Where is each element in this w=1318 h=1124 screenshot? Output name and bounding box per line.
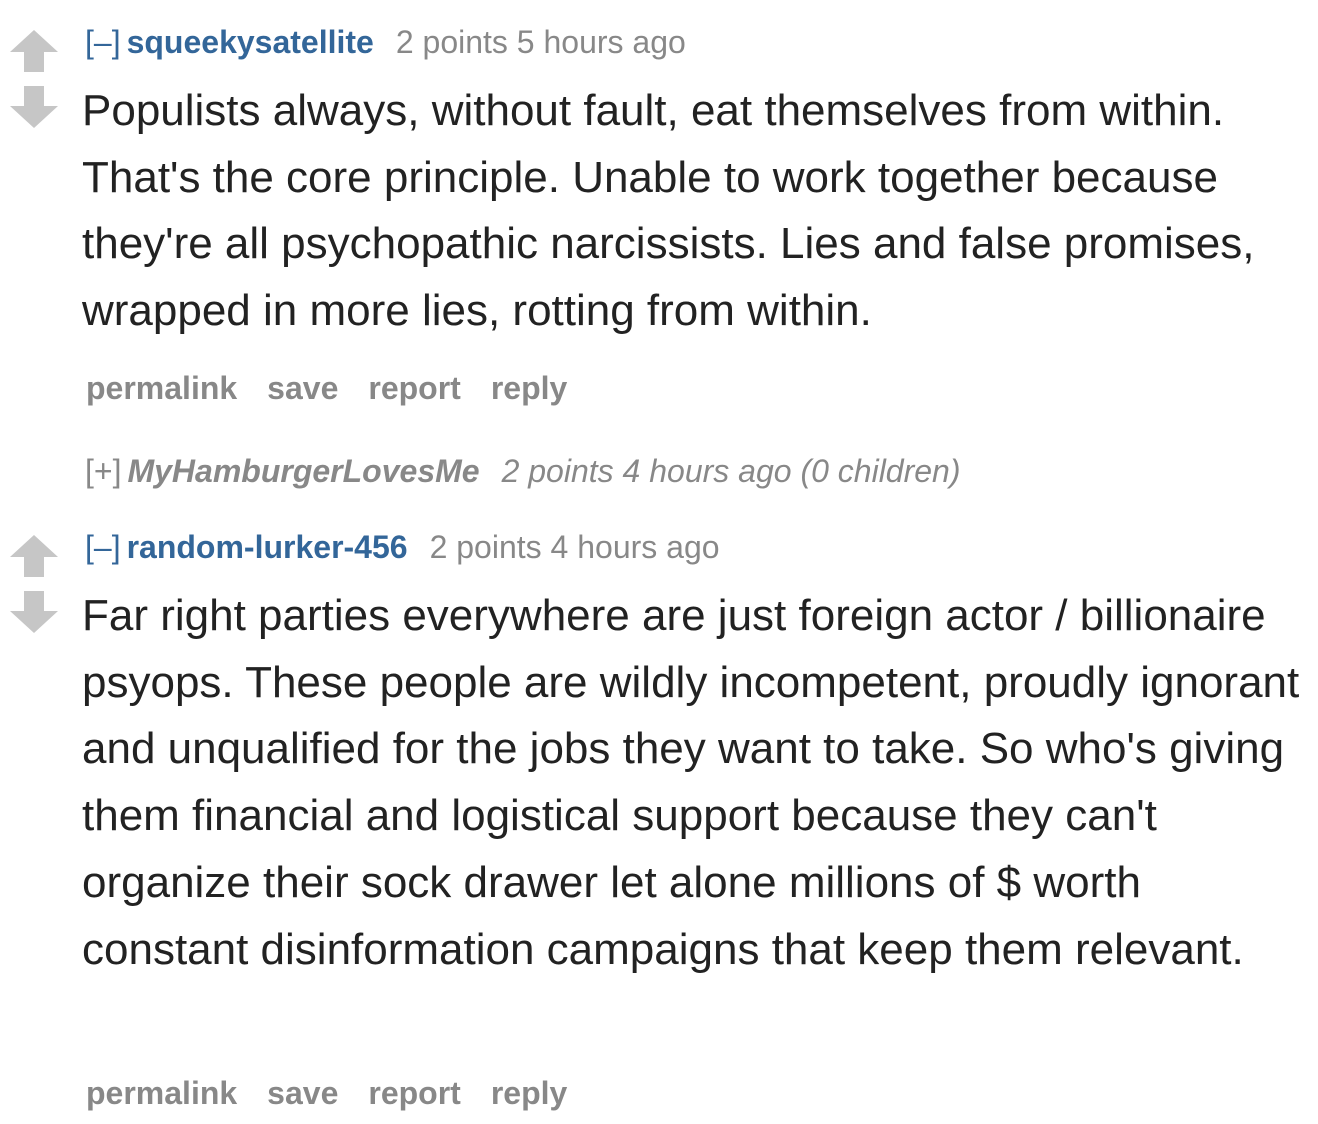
- collapsed-comment-myhamburgerlovesme: [+] MyHamburgerLovesMe 2 points 4 hours ag…: [85, 451, 961, 491]
- comment-text: Populists always, without fault, eat the…: [82, 86, 1255, 336]
- downvote-arrow-icon[interactable]: [8, 84, 60, 128]
- comment-actions: permalink save report reply: [86, 368, 597, 408]
- comment-score: 2 points: [501, 453, 614, 489]
- upvote-arrow-icon[interactable]: [8, 533, 60, 577]
- comment-time: 4 hours ago: [550, 529, 720, 565]
- comment-body: Far right parties everywhere are just fo…: [82, 583, 1307, 983]
- comment-text: Far right parties everywhere are just fo…: [82, 591, 1300, 974]
- report-button[interactable]: report: [368, 370, 460, 406]
- save-button[interactable]: save: [267, 370, 338, 406]
- permalink-button[interactable]: permalink: [86, 370, 237, 406]
- expand-toggle[interactable]: [+]: [85, 453, 121, 489]
- comment-body: Populists always, without fault, eat the…: [82, 78, 1307, 345]
- comment-actions: permalink save report reply: [86, 1073, 597, 1113]
- comment-score: 2 points: [429, 529, 542, 565]
- report-button[interactable]: report: [368, 1075, 460, 1111]
- permalink-button[interactable]: permalink: [86, 1075, 237, 1111]
- author-link[interactable]: random-lurker-456: [127, 529, 408, 565]
- save-button[interactable]: save: [267, 1075, 338, 1111]
- children-count: (0 children): [800, 453, 961, 489]
- collapse-toggle[interactable]: [–]: [85, 24, 121, 60]
- comment-tagline: [–] squeekysatellite 2 points 5 hours ago: [85, 22, 686, 62]
- downvote-arrow-icon[interactable]: [8, 589, 60, 633]
- reply-button[interactable]: reply: [491, 1075, 567, 1111]
- comment-time: 4 hours ago: [622, 453, 792, 489]
- author-link[interactable]: MyHamburgerLovesMe: [127, 453, 479, 489]
- upvote-arrow-icon[interactable]: [8, 28, 60, 72]
- author-link[interactable]: squeekysatellite: [127, 24, 374, 60]
- comment-tagline: [–] random-lurker-456 2 points 4 hours ago: [85, 527, 720, 567]
- reply-button[interactable]: reply: [491, 370, 567, 406]
- comment-score: 2 points: [395, 24, 508, 60]
- comment-time: 5 hours ago: [516, 24, 686, 60]
- collapse-toggle[interactable]: [–]: [85, 529, 121, 565]
